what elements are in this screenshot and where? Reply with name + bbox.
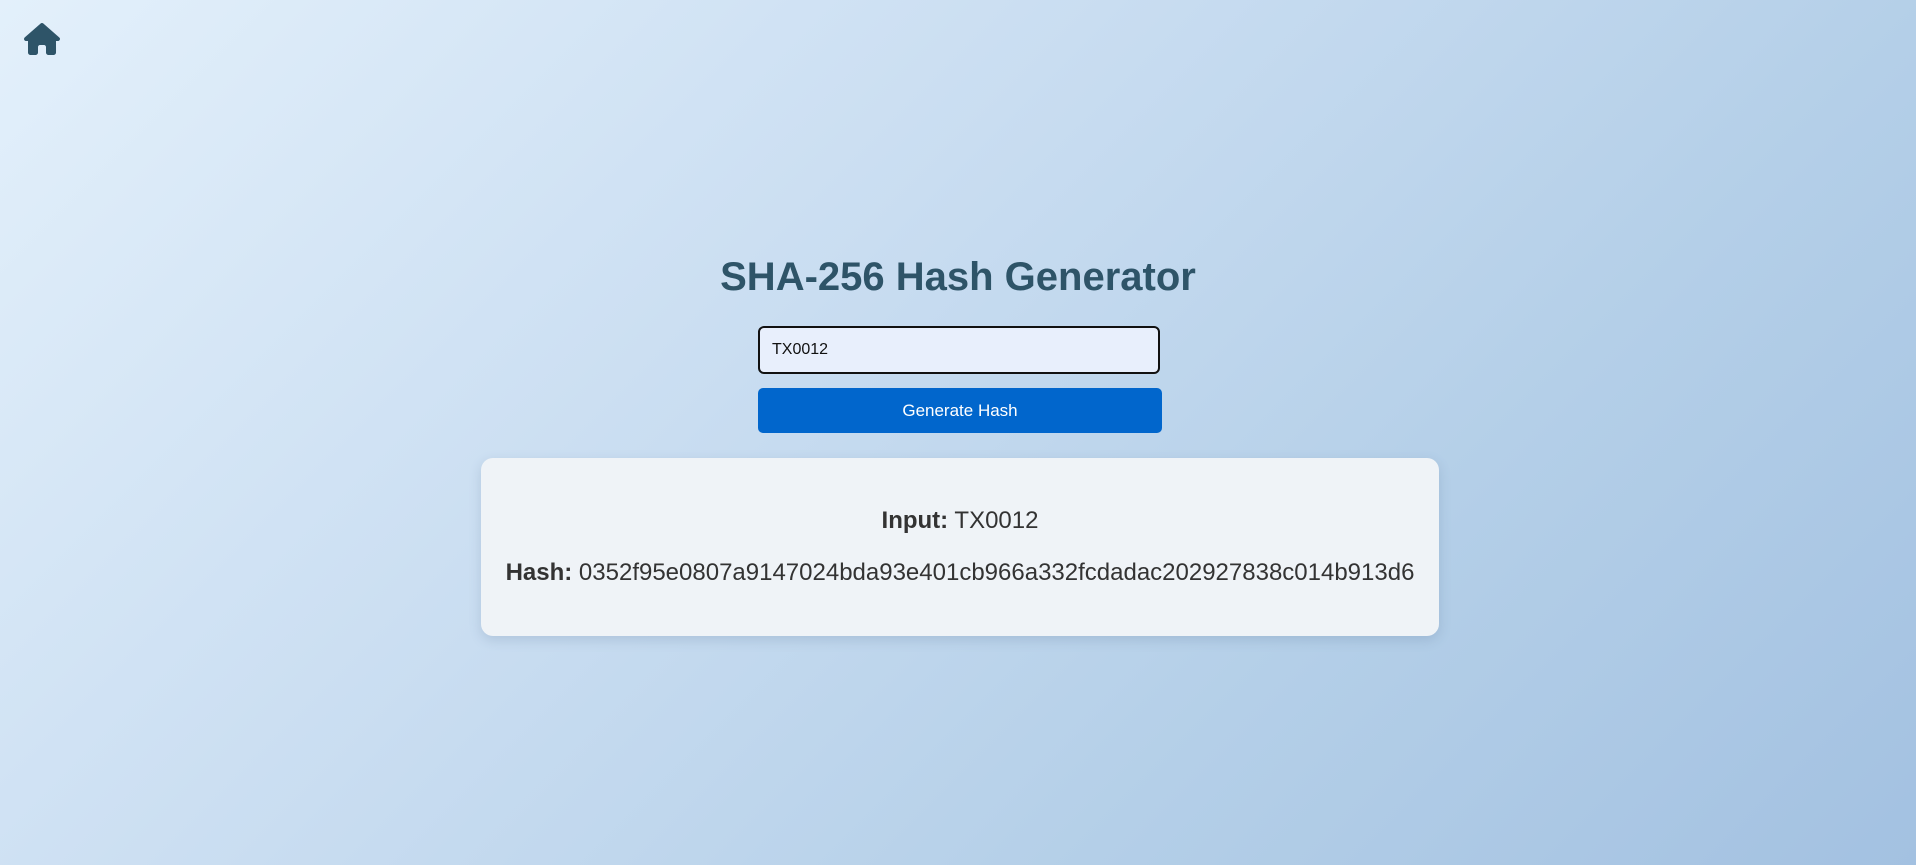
generate-hash-button[interactable]: Generate Hash: [758, 388, 1162, 433]
home-link[interactable]: [24, 22, 60, 56]
result-hash-label: Hash:: [505, 559, 573, 586]
result-input-value: TX0012: [954, 507, 1039, 534]
result-card: Input: TX0012 Hash: 0352f95e0807a9147024…: [481, 458, 1439, 636]
hash-text-input[interactable]: [758, 326, 1160, 374]
result-hash-value: 0352f95e0807a9147024bda93e401cb966a332fc…: [578, 559, 1415, 586]
result-hash-line: Hash: 0352f95e0807a9147024bda93e401cb966…: [481, 559, 1439, 587]
result-input-label: Input:: [881, 507, 949, 534]
result-input-line: Input: TX0012: [481, 507, 1439, 535]
home-icon: [24, 22, 60, 56]
page-title: SHA-256 Hash Generator: [720, 255, 1196, 299]
